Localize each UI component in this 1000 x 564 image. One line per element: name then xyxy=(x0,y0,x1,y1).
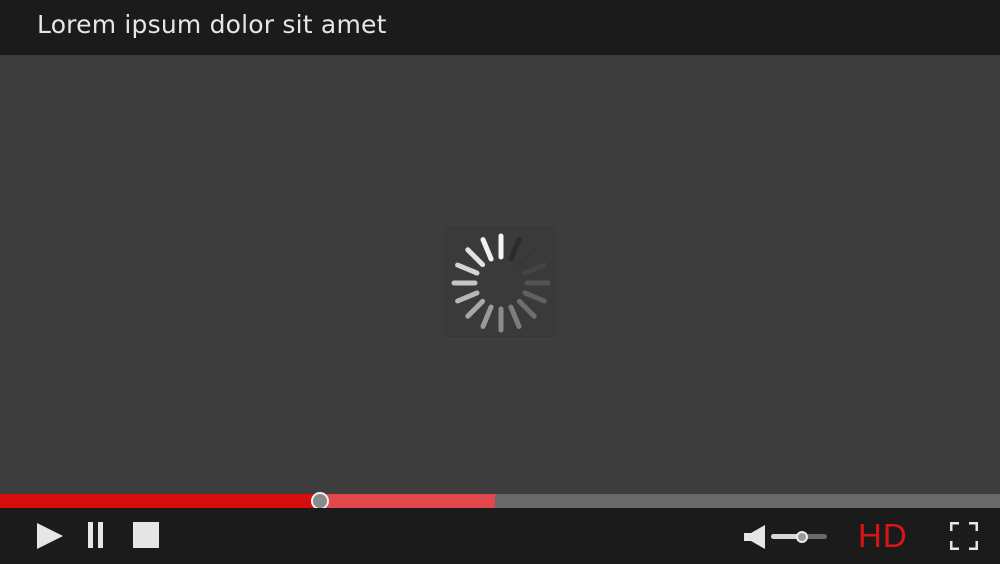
volume-slider[interactable] xyxy=(771,530,827,543)
spinner-tick xyxy=(516,298,537,319)
spinner-tick xyxy=(508,237,522,262)
volume-knob[interactable] xyxy=(795,531,808,543)
spinner-tick xyxy=(455,262,480,276)
speaker-icon xyxy=(744,525,765,549)
progress-played xyxy=(0,494,320,508)
spinner-icon xyxy=(451,233,551,333)
pause-button[interactable] xyxy=(86,522,106,548)
spinner-tick xyxy=(465,298,486,319)
spinner-tick xyxy=(455,290,480,304)
video-title: Lorem ipsum dolor sit amet xyxy=(37,10,387,39)
stop-icon xyxy=(133,522,159,548)
play-button[interactable] xyxy=(36,522,64,550)
title-bar: Lorem ipsum dolor sit amet xyxy=(0,0,1000,55)
spinner-tick xyxy=(480,304,494,329)
pause-icon xyxy=(88,522,103,548)
spinner-tick xyxy=(516,247,537,268)
fullscreen-icon xyxy=(949,521,979,551)
video-player: Lorem ipsum dolor sit amet HD xyxy=(0,0,1000,564)
fullscreen-button[interactable] xyxy=(949,521,979,551)
hd-quality-button[interactable]: HD xyxy=(858,518,908,554)
spinner-tick xyxy=(465,247,486,268)
mute-button[interactable] xyxy=(743,524,769,550)
spinner-tick xyxy=(522,290,547,304)
spinner-tick xyxy=(508,304,522,329)
spinner-tick xyxy=(522,262,547,276)
progress-bar[interactable] xyxy=(0,492,1000,510)
spinner-tick xyxy=(480,237,494,262)
loading-indicator xyxy=(445,227,555,337)
stop-button[interactable] xyxy=(133,522,159,548)
play-icon xyxy=(37,523,63,549)
control-bar: HD xyxy=(0,508,1000,564)
